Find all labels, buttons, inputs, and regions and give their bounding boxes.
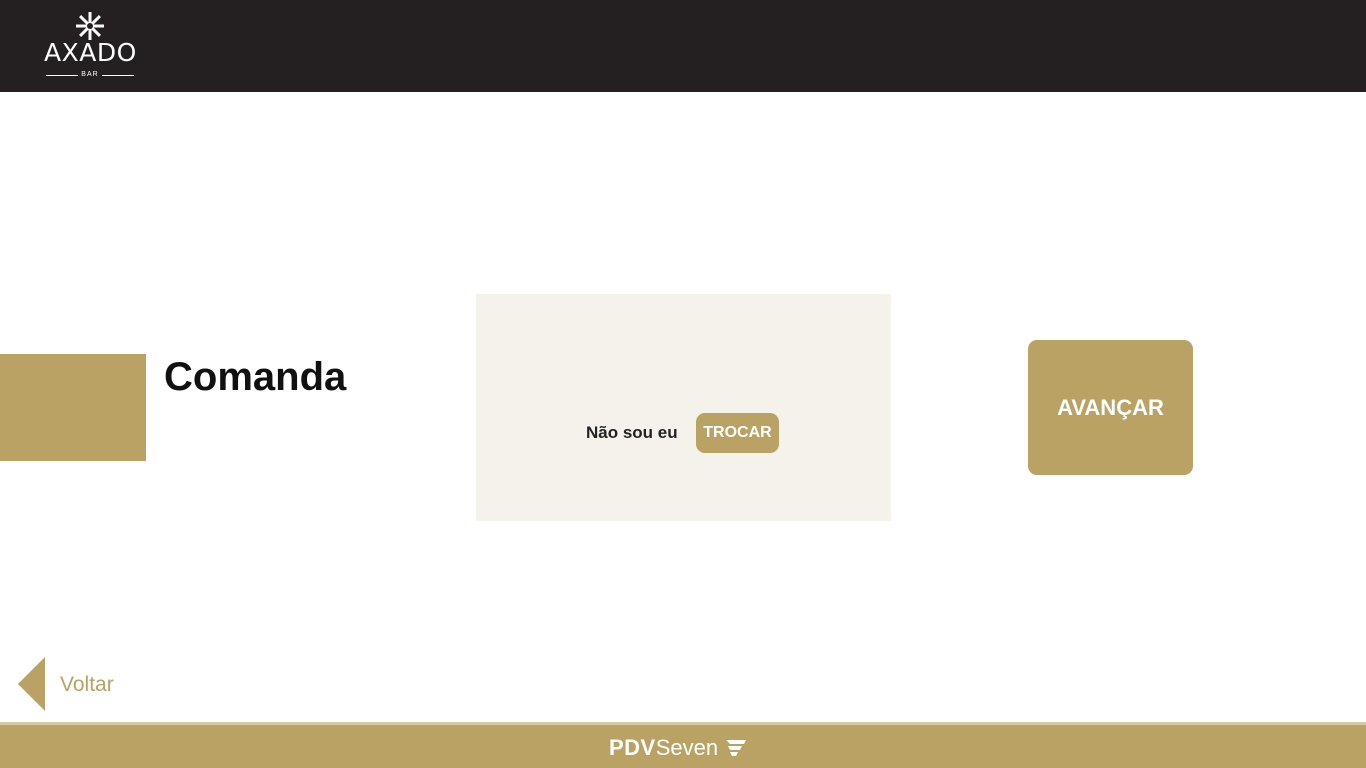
back-button[interactable]: Voltar [18, 657, 128, 711]
top-bar: AXADO BAR [0, 0, 1366, 92]
brand-pdv: PDV [609, 735, 656, 760]
not-me-label: Não sou eu [586, 423, 678, 442]
kiosk-screen: AXADO BAR Comanda Não sou eu TROCAR AVAN… [0, 0, 1366, 768]
footer-bar: PDVSeven [0, 725, 1366, 768]
pdvseven-mark-icon [726, 740, 747, 756]
brand-seven: Seven [655, 735, 719, 760]
axado-logo: AXADO BAR [44, 12, 136, 80]
customer-panel: Não sou eu TROCAR [476, 294, 891, 521]
logo-name: AXADO [44, 38, 137, 67]
triangle-left-icon [18, 657, 45, 711]
page-title: Comanda [164, 355, 347, 399]
back-label: Voltar [60, 673, 114, 696]
title-accent-block [0, 354, 146, 461]
logo-divider-right [102, 75, 134, 76]
snowflake-logo-icon [76, 12, 104, 40]
advance-button[interactable]: AVANÇAR [1028, 340, 1193, 475]
change-customer-button[interactable]: TROCAR [696, 413, 779, 453]
pdvseven-logo: PDVSeven [609, 735, 747, 761]
